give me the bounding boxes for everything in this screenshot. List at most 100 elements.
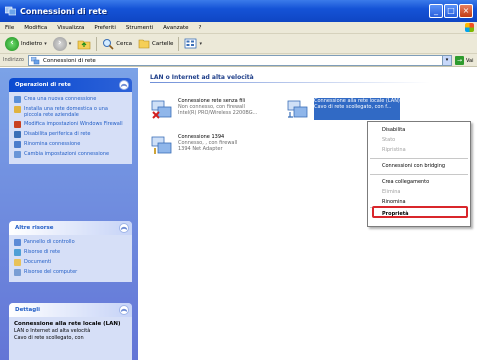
views-icon	[185, 38, 197, 49]
lan-connection-icon	[286, 98, 310, 120]
address-dropdown-icon[interactable]: ▾	[442, 56, 451, 65]
task-label: Installa una rete domestica o una piccol…	[24, 106, 108, 118]
menu-item-bridge[interactable]: Connessioni con bridging	[382, 163, 445, 169]
home-network-icon	[14, 106, 21, 113]
task-firewall-settings[interactable]: Modifica impostazioni Windows Firewall	[14, 121, 127, 128]
group-header: LAN o Internet ad alta velocità	[150, 74, 254, 81]
task-change-settings[interactable]: Cambia impostazioni connessione	[14, 151, 127, 158]
network-connections-icon	[4, 6, 17, 16]
collapse-icon[interactable]: ︽	[119, 305, 129, 315]
link-label: Risorse del computer	[24, 269, 78, 275]
go-button[interactable]: → Vai	[455, 56, 474, 65]
link-label: Pannello di controllo	[24, 239, 75, 245]
collapse-icon[interactable]: ︽	[119, 223, 129, 233]
chevron-down-icon: ▾	[68, 40, 72, 47]
forward-button[interactable]: › ▾	[50, 36, 75, 51]
folder-up-icon	[77, 40, 91, 49]
wireless-connection-icon	[150, 98, 174, 120]
network-connections-icon	[31, 56, 40, 64]
menu-file[interactable]: File	[0, 25, 19, 31]
details-panel: Dettagli ︽ Connessione alla rete locale …	[9, 303, 132, 360]
chevron-down-icon: ▾	[199, 40, 202, 47]
documents-icon	[14, 259, 21, 266]
task-rename-connection[interactable]: Rinomina connessione	[14, 141, 127, 148]
menu-bar: File Modifica Visualizza Preferiti Strum…	[0, 22, 477, 34]
toolbar-separator	[96, 36, 98, 51]
menu-item-repair: Ripristina	[382, 147, 406, 153]
group-divider	[150, 82, 430, 83]
task-create-connection[interactable]: Crea una nuova connessione	[14, 96, 127, 103]
menu-help[interactable]: ?	[194, 25, 207, 31]
menu-item-create-shortcut[interactable]: Crea collegamento	[382, 179, 429, 185]
close-button[interactable]: ×	[459, 4, 473, 18]
details-name: Connessione alla rete locale (LAN)	[14, 321, 121, 327]
network-places-icon	[14, 249, 21, 256]
menu-item-rename[interactable]: Rinomina	[382, 199, 406, 205]
views-button[interactable]: ▾	[181, 38, 205, 49]
menu-view[interactable]: Visualizza	[52, 25, 89, 31]
firewall-icon	[14, 121, 21, 128]
connection-device: 1394 Net Adapter	[178, 146, 223, 152]
forward-arrow-icon: ›	[52, 36, 67, 51]
chevron-down-icon: ▾	[44, 40, 47, 47]
link-label: Documenti	[24, 259, 52, 265]
task-label: Disabilita periferica di rete	[24, 131, 91, 137]
menu-item-delete: Elimina	[382, 189, 401, 195]
minimize-button[interactable]: _	[429, 4, 443, 18]
task-label: Modifica impostazioni Windows Firewall	[24, 121, 123, 127]
go-arrow-icon: →	[455, 56, 464, 65]
details-title: Dettagli	[15, 307, 40, 313]
menu-edit[interactable]: Modifica	[19, 25, 52, 31]
context-menu: Disabilita Stato Ripristina Connessioni …	[367, 121, 471, 227]
toolbar-separator	[178, 36, 180, 51]
menu-advanced[interactable]: Avanzate	[158, 25, 193, 31]
menu-separator	[370, 174, 468, 175]
up-folder-button[interactable]	[74, 38, 94, 50]
other-places-header[interactable]: Altre risorse ︽	[9, 221, 132, 235]
search-label: Cerca	[116, 40, 132, 47]
connection-device: Intel(R) PRO/Wireless 2200BG...	[178, 110, 258, 116]
connection-1394[interactable]: Connessione 1394 Connesso, , con firewal…	[150, 134, 264, 156]
link-documents[interactable]: Documenti	[14, 259, 127, 266]
connection-lan[interactable]: Connessione alla rete locale (LAN) Cavo …	[286, 98, 400, 120]
address-value: Connessioni di rete	[43, 57, 96, 64]
details-body: Connessione alla rete locale (LAN) LAN o…	[9, 317, 132, 344]
go-label: Vai	[466, 57, 474, 64]
search-button[interactable]: Cerca	[99, 38, 135, 50]
menu-item-disable[interactable]: Disabilita	[382, 127, 405, 133]
task-label: Cambia impostazioni connessione	[24, 151, 110, 157]
collapse-icon[interactable]: ︽	[119, 80, 129, 90]
back-label: Indietro	[21, 40, 43, 47]
settings-icon	[14, 151, 21, 158]
control-panel-icon	[14, 239, 21, 246]
menu-item-status: Stato	[382, 137, 396, 143]
folders-button[interactable]: Cartelle	[135, 38, 176, 49]
task-disable-device[interactable]: Disabilita periferica di rete	[14, 131, 127, 138]
address-bar: Indirizzo Connessioni di rete ▾ → Vai	[0, 54, 477, 67]
connection-info: Connessione rete senza fili Non connesso…	[178, 98, 264, 120]
menu-separator	[370, 158, 468, 159]
folders-label: Cartelle	[151, 40, 174, 47]
link-my-computer[interactable]: Risorse del computer	[14, 269, 127, 276]
menu-favorites[interactable]: Preferiti	[89, 25, 121, 31]
network-tasks-title: Operazioni di rete	[15, 82, 71, 88]
new-connection-icon	[14, 96, 21, 103]
task-label: Rinomina connessione	[24, 141, 81, 147]
link-network-places[interactable]: Risorse di rete	[14, 249, 127, 256]
back-button[interactable]: ‹ Indietro ▾	[2, 36, 50, 51]
my-computer-icon	[14, 269, 21, 276]
details-header[interactable]: Dettagli ︽	[9, 303, 132, 317]
link-control-panel[interactable]: Pannello di controllo	[14, 239, 127, 246]
disable-device-icon	[14, 131, 21, 138]
network-tasks-panel: Operazioni di rete ︽ Crea una nuova conn…	[9, 78, 132, 164]
task-pane: Operazioni di rete ︽ Crea una nuova conn…	[0, 68, 138, 360]
address-field[interactable]: Connessioni di rete ▾	[28, 55, 452, 66]
window-title: Connessioni di rete	[20, 6, 108, 16]
network-tasks-header[interactable]: Operazioni di rete ︽	[9, 78, 132, 92]
link-label: Risorse di rete	[24, 249, 61, 255]
task-home-network[interactable]: Installa una rete domestica o una piccol…	[14, 106, 127, 118]
menu-tools[interactable]: Strumenti	[121, 25, 158, 31]
connection-info: Connessione 1394 Connesso, , con firewal…	[178, 134, 264, 156]
maximize-button[interactable]: □	[444, 4, 458, 18]
connection-wireless[interactable]: Connessione rete senza fili Non connesso…	[150, 98, 264, 120]
